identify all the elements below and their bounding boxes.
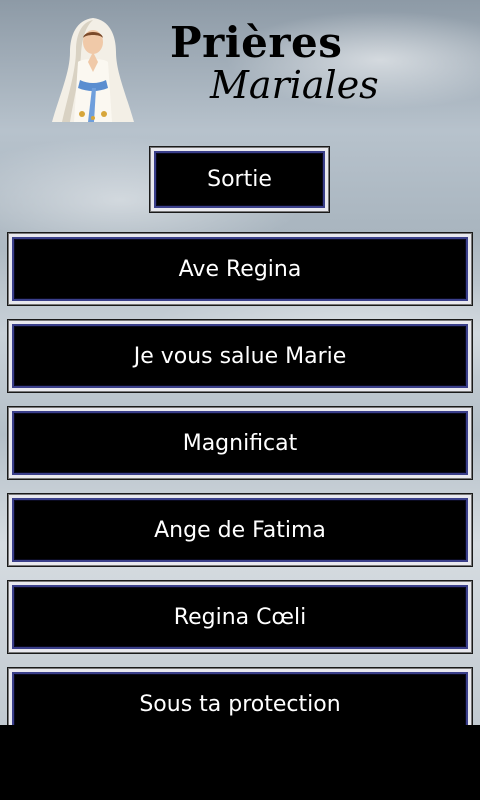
- prayer-button-je-vous-salue-marie[interactable]: Je vous salue Marie: [8, 320, 472, 392]
- app-header: Prières Mariales: [0, 0, 480, 130]
- app-screen: Prières Mariales Sortie Ave Regina Je vo…: [0, 0, 480, 725]
- prayer-button-regina-coeli[interactable]: Regina Cœli: [8, 581, 472, 653]
- app-title-line2: Mariales: [210, 63, 379, 107]
- app-title-line1: Prières: [170, 18, 343, 67]
- prayer-button-ave-regina[interactable]: Ave Regina: [8, 233, 472, 305]
- prayer-button-magnificat[interactable]: Magnificat: [8, 407, 472, 479]
- prayer-button-ange-de-fatima[interactable]: Ange de Fatima: [8, 494, 472, 566]
- bottom-black-bar: [0, 725, 480, 800]
- exit-button[interactable]: Sortie: [150, 147, 329, 212]
- virgin-mary-statue-image: [52, 18, 134, 122]
- prayer-button-sous-ta-protection[interactable]: Sous ta protection: [8, 668, 472, 725]
